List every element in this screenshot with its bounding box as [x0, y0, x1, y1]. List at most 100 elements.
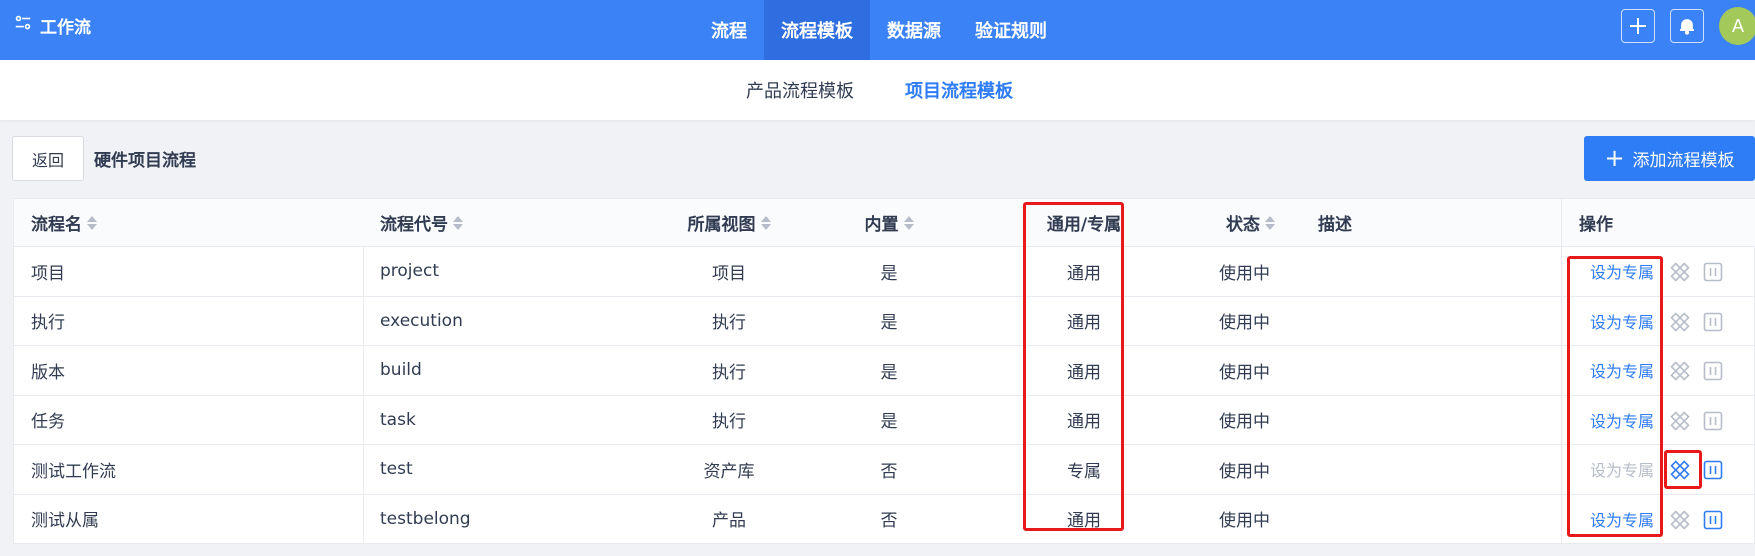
- user-avatar[interactable]: A: [1719, 7, 1755, 45]
- flow-builtin: 是: [880, 263, 898, 284]
- flow-scope: 通用: [1067, 511, 1101, 532]
- main-nav: 流程 流程模板 数据源 验证规则: [694, 0, 1064, 60]
- design-button[interactable]: [1668, 409, 1692, 433]
- flow-name: 任务: [31, 412, 65, 433]
- design-button[interactable]: [1668, 310, 1692, 334]
- design-ruler-icon: [1670, 311, 1690, 332]
- header-actions: A: [1621, 0, 1755, 52]
- pause-icon: [1703, 361, 1723, 381]
- sort-icon: [903, 215, 914, 231]
- table-row: 任务 task 执行 是 通用 使用中 设为专属: [14, 395, 1755, 445]
- flow-status: 使用中: [1219, 461, 1270, 482]
- flow-name: 版本: [31, 362, 65, 383]
- pause-button[interactable]: [1701, 310, 1725, 334]
- flow-builtin: 否: [880, 511, 898, 532]
- flow-status: 使用中: [1219, 412, 1270, 433]
- nav-datasource[interactable]: 数据源: [870, 0, 958, 60]
- flow-code: task: [380, 409, 416, 430]
- flow-template-table: 流程名 流程代号 所属视图 内置 通用/专属 状态 描述 操作 项目 projec…: [13, 198, 1755, 545]
- column-status[interactable]: 状态: [1226, 199, 1275, 246]
- flow-code: project: [380, 261, 440, 282]
- flow-name: 测试工作流: [31, 461, 116, 482]
- flow-code: build: [380, 360, 422, 381]
- set-exclusive-link[interactable]: 设为专属: [1590, 408, 1654, 432]
- set-exclusive-link[interactable]: 设为专属: [1590, 259, 1654, 283]
- flow-code: testbelong: [380, 508, 471, 529]
- design-ruler-icon: [1670, 410, 1690, 431]
- table-row: 版本 build 执行 是 通用 使用中 设为专属: [14, 346, 1755, 396]
- flow-scope: 专属: [1067, 461, 1101, 482]
- tab-product-flow-template[interactable]: 产品流程模板: [746, 60, 854, 120]
- pause-button[interactable]: [1701, 508, 1725, 532]
- design-button[interactable]: [1668, 458, 1692, 482]
- flow-view: 产品: [712, 511, 746, 532]
- pause-button[interactable]: [1701, 359, 1725, 383]
- design-ruler-icon: [1670, 361, 1690, 381]
- flow-code: execution: [380, 310, 463, 331]
- page-title: 硬件项目流程: [94, 151, 196, 171]
- nav-flow-template[interactable]: 流程模板: [764, 0, 870, 60]
- sort-icon: [453, 215, 463, 231]
- flow-builtin: 是: [880, 362, 898, 383]
- set-exclusive-link[interactable]: 设为专属: [1590, 507, 1654, 531]
- flow-scope: 通用: [1067, 313, 1101, 334]
- column-actions: 操作: [1579, 215, 1613, 235]
- design-ruler-icon: [1670, 460, 1690, 480]
- design-button[interactable]: [1668, 359, 1692, 383]
- nav-validation-rules[interactable]: 验证规则: [958, 0, 1064, 60]
- column-builtin[interactable]: 内置: [839, 199, 939, 246]
- workflow-icon: [14, 14, 32, 37]
- nav-flow[interactable]: 流程: [694, 0, 764, 60]
- flow-view: 资产库: [703, 461, 755, 482]
- pause-icon: [1703, 262, 1723, 282]
- flow-builtin: 是: [880, 313, 898, 334]
- flow-view: 执行: [712, 362, 746, 383]
- flow-status: 使用中: [1219, 313, 1270, 334]
- plus-icon: [1630, 18, 1646, 34]
- flow-name: 项目: [31, 263, 65, 284]
- table-row: 测试工作流 test 资产库 否 专属 使用中 设为专属: [14, 445, 1755, 495]
- app-brand[interactable]: 工作流: [14, 0, 91, 50]
- flow-scope: 通用: [1067, 263, 1101, 284]
- flow-code: test: [380, 459, 413, 480]
- notification-button[interactable]: [1670, 9, 1704, 43]
- flow-scope: 通用: [1067, 362, 1101, 383]
- design-button[interactable]: [1668, 260, 1692, 284]
- app-title: 工作流: [40, 17, 91, 38]
- pause-icon: [1703, 312, 1723, 331]
- pause-button[interactable]: [1701, 409, 1725, 433]
- flow-view: 项目: [712, 263, 746, 284]
- pause-button[interactable]: [1701, 260, 1725, 284]
- set-exclusive-link[interactable]: 设为专属: [1590, 457, 1654, 481]
- top-navbar: 工作流 流程 流程模板 数据源 验证规则 A: [0, 0, 1755, 60]
- flow-name: 执行: [31, 313, 65, 334]
- flow-name: 测试从属: [31, 511, 99, 532]
- pause-icon: [1703, 411, 1723, 430]
- design-ruler-icon: [1670, 262, 1690, 282]
- table-header: 流程名 流程代号 所属视图 内置 通用/专属 状态 描述 操作: [14, 199, 1755, 247]
- table-row: 测试从属 testbelong 产品 否 通用 使用中 设为专属: [14, 494, 1755, 544]
- set-exclusive-link[interactable]: 设为专属: [1590, 309, 1654, 333]
- tab-project-flow-template[interactable]: 项目流程模板: [905, 60, 1013, 120]
- bell-icon: [1680, 19, 1694, 35]
- column-desc: 描述: [1318, 215, 1352, 235]
- table-row: 项目 project 项目 是 通用 使用中 设为专属: [14, 247, 1755, 297]
- set-exclusive-link[interactable]: 设为专属: [1590, 358, 1654, 382]
- flow-status: 使用中: [1219, 511, 1270, 532]
- pause-button[interactable]: [1701, 458, 1725, 482]
- sort-icon: [87, 215, 97, 231]
- column-code[interactable]: 流程代号: [380, 199, 463, 246]
- flow-view: 执行: [712, 412, 746, 433]
- sort-icon: [1265, 215, 1275, 231]
- column-name[interactable]: 流程名: [31, 199, 97, 246]
- column-view[interactable]: 所属视图: [654, 199, 804, 246]
- pause-icon: [1703, 510, 1723, 529]
- create-button[interactable]: [1621, 9, 1655, 43]
- design-button[interactable]: [1668, 508, 1692, 532]
- add-flow-template-button[interactable]: + 添加流程模板: [1584, 136, 1755, 181]
- back-button[interactable]: 返回: [12, 136, 84, 181]
- flow-status: 使用中: [1219, 362, 1270, 383]
- design-ruler-icon: [1670, 509, 1690, 530]
- sort-icon: [760, 215, 771, 231]
- flow-status: 使用中: [1219, 263, 1270, 284]
